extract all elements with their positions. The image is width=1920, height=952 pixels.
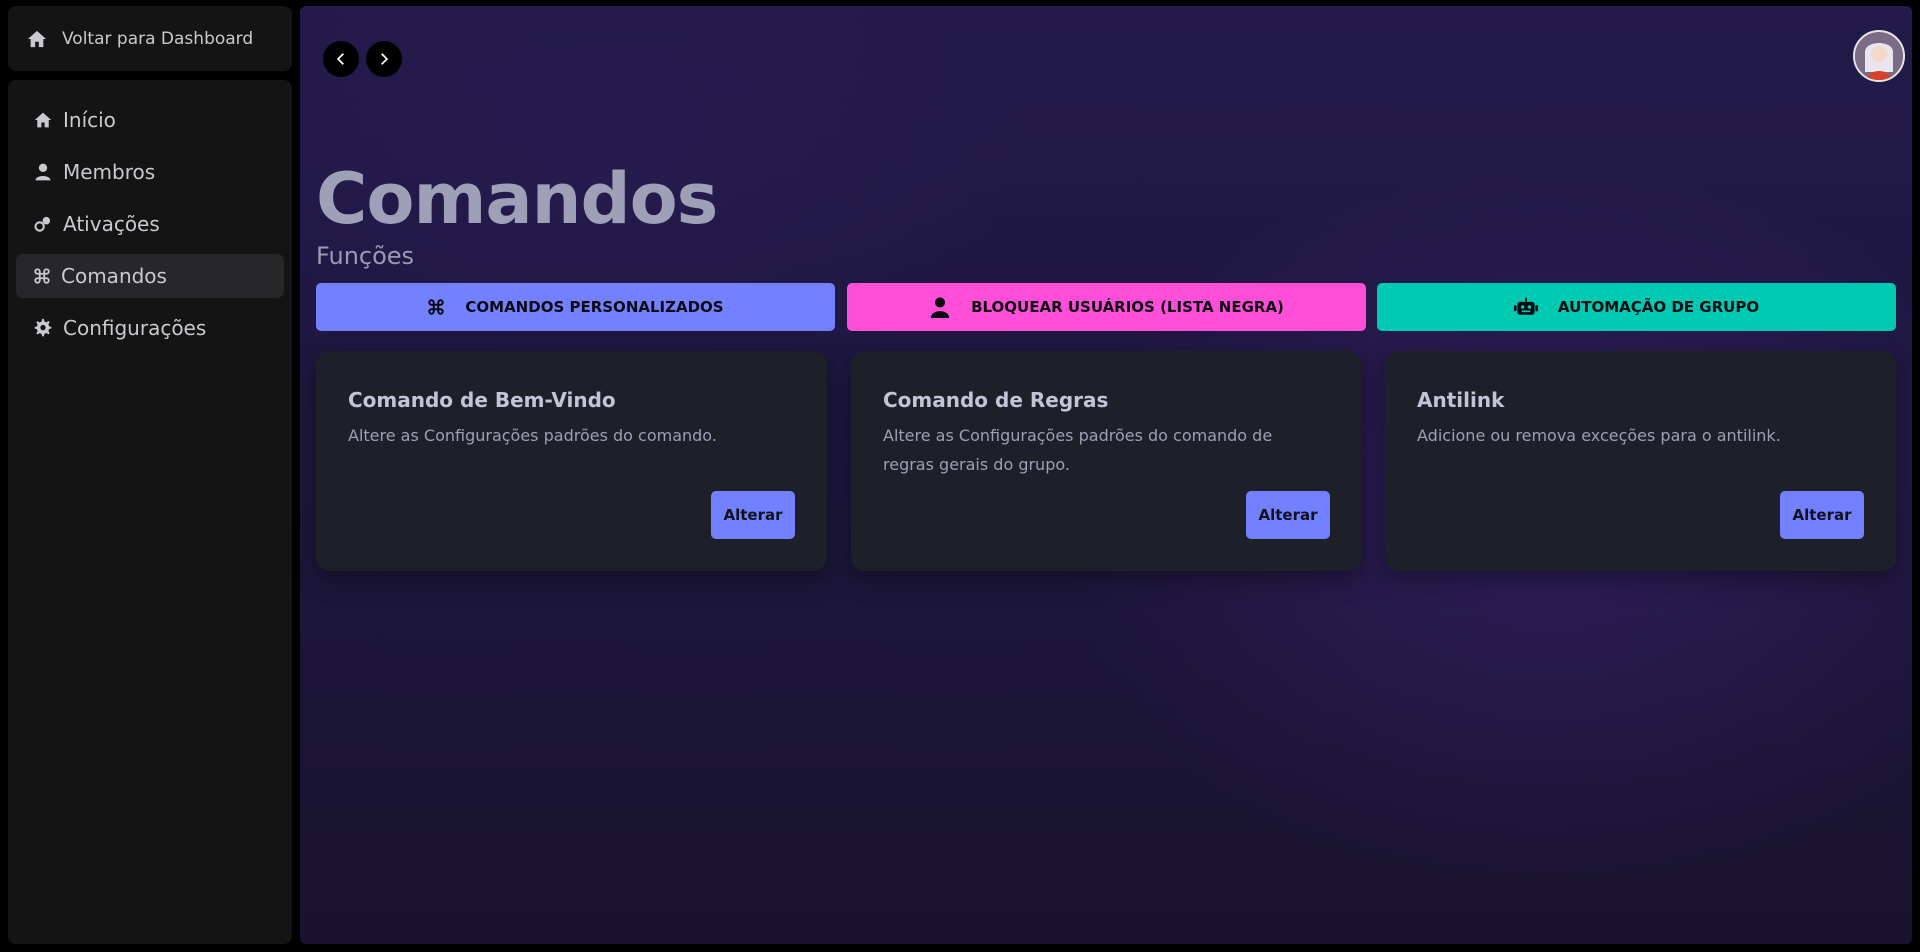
sidebar-item-inicio[interactable]: Início	[16, 98, 284, 142]
sidebar-item-label: Início	[63, 108, 116, 132]
toggle-icon	[33, 214, 53, 234]
user-icon	[929, 295, 951, 319]
sidebar-item-membros[interactable]: Membros	[16, 150, 284, 194]
page-title: Comandos	[316, 158, 718, 240]
home-icon	[26, 29, 48, 49]
user-icon	[33, 162, 53, 182]
chevron-right-icon	[377, 52, 391, 66]
section-title: Funções	[316, 242, 415, 270]
back-to-dashboard-button[interactable]: Voltar para Dashboard	[8, 6, 292, 71]
sidebar-item-label: Membros	[63, 160, 156, 184]
alter-button[interactable]: Alterar	[1246, 491, 1330, 539]
welcome-command-card: Comando de Bem-Vindo Altere as Configura…	[316, 351, 827, 571]
gear-icon	[33, 318, 53, 338]
custom-commands-button[interactable]: COMANDOS PERSONALIZADOS	[316, 283, 835, 331]
block-users-button[interactable]: BLOQUEAR USUÁRIOS (LISTA NEGRA)	[847, 283, 1366, 331]
sidebar-item-configuracoes[interactable]: Configurações	[16, 306, 284, 350]
chevron-left-icon	[334, 52, 348, 66]
command-icon	[33, 267, 51, 285]
card-description: Adicione ou remova exceções para o antil…	[1417, 426, 1781, 445]
card-description: Altere as Configurações padrões do coman…	[883, 426, 1273, 474]
main-content: Comandos Funções COMANDOS PERSONALIZADOS…	[300, 6, 1912, 944]
sidebar-item-label: Ativações	[63, 212, 160, 236]
back-to-dashboard-label: Voltar para Dashboard	[62, 28, 254, 49]
sidebar-item-label: Comandos	[61, 264, 167, 288]
card-title: Antilink	[1417, 388, 1505, 412]
card-title: Comando de Regras	[883, 388, 1109, 412]
home-icon	[33, 111, 53, 129]
alter-button[interactable]: Alterar	[1780, 491, 1864, 539]
forward-arrow-button[interactable]	[366, 41, 402, 77]
group-automation-label: AUTOMAÇÃO DE GRUPO	[1557, 298, 1760, 316]
sidebar-item-label: Configurações	[63, 316, 207, 340]
sidebar-item-ativacoes[interactable]: Ativações	[16, 202, 284, 246]
block-users-label: BLOQUEAR USUÁRIOS (LISTA NEGRA)	[971, 298, 1284, 316]
antilink-card: Antilink Adicione ou remova exceções par…	[1385, 351, 1896, 571]
custom-commands-label: COMANDOS PERSONALIZADOS	[465, 298, 724, 316]
robot-icon	[1513, 297, 1538, 317]
sidebar-item-comandos[interactable]: Comandos	[16, 254, 284, 298]
user-avatar[interactable]	[1853, 30, 1905, 82]
back-arrow-button[interactable]	[323, 41, 359, 77]
card-description: Altere as Configurações padrões do coman…	[348, 426, 717, 445]
card-title: Comando de Bem-Vindo	[348, 388, 616, 412]
group-automation-button[interactable]: AUTOMAÇÃO DE GRUPO	[1377, 283, 1896, 331]
rules-command-card: Comando de Regras Altere as Configuraçõe…	[851, 351, 1362, 571]
command-icon	[427, 298, 445, 316]
alter-button[interactable]: Alterar	[711, 491, 795, 539]
sidebar-nav: Início Membros Ativações Comandos Config…	[8, 80, 292, 944]
